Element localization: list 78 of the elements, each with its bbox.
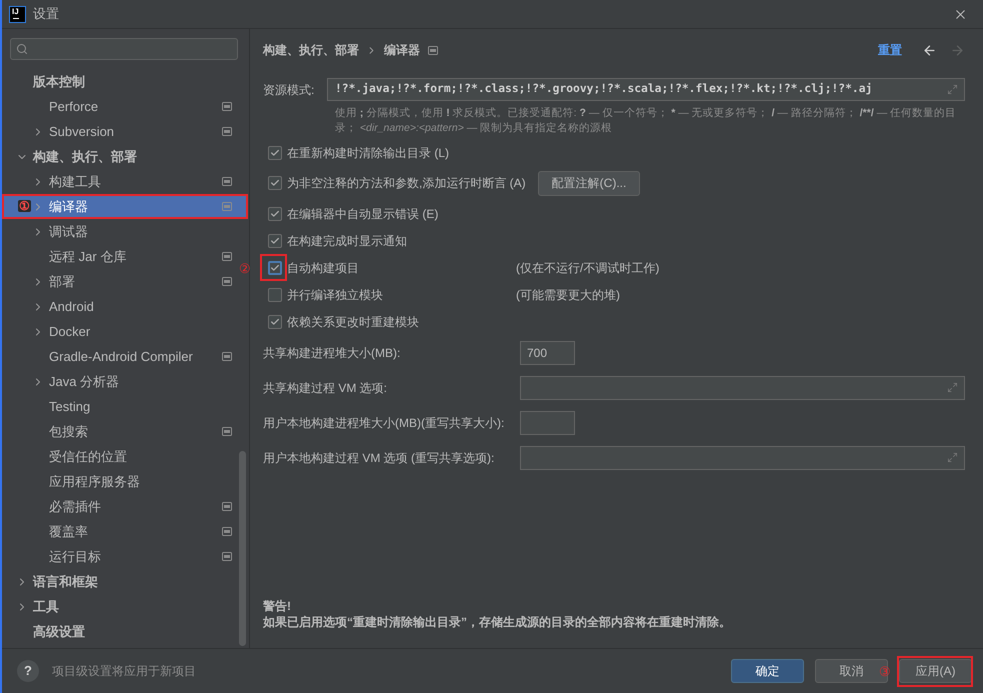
checkbox-label[interactable]: 在编辑器中自动显示错误 (E) (287, 204, 438, 222)
sidebar-item[interactable]: 包搜索 (2, 419, 238, 444)
warning-text: 如果已启用选项“重建时清除输出目录”，存储生成源的目录的全部内容将在重建时清除。 (263, 614, 732, 630)
text-field[interactable] (520, 446, 965, 470)
sidebar-item[interactable]: 受信任的位置 (2, 444, 238, 469)
check-icon (270, 178, 280, 188)
checkbox-label[interactable]: 并行编译独立模块 (287, 286, 516, 304)
sidebar-item[interactable]: Subversion (2, 119, 238, 144)
annotation-box (260, 254, 287, 280)
sidebar-item[interactable]: 语言和框架 (2, 569, 238, 594)
sidebar-item[interactable]: 远程 Jar 仓库 (2, 244, 238, 269)
sidebar-item[interactable]: 版本控制 (2, 69, 238, 94)
check-icon (270, 208, 280, 218)
checkbox[interactable] (268, 176, 282, 190)
footer-hint: 项目级设置将应用于新项目 (52, 663, 196, 680)
text-field[interactable] (520, 376, 965, 400)
annotation-number: ① (18, 200, 31, 212)
sidebar-item[interactable]: 构建工具 (2, 169, 238, 194)
reset-link[interactable]: 重置 (878, 41, 902, 59)
field-label: 共享构建进程堆大小(MB): (263, 344, 402, 362)
checkbox[interactable] (268, 288, 282, 302)
sidebar-item[interactable]: 高级设置 (2, 619, 238, 644)
checkbox[interactable] (268, 234, 282, 248)
resource-patterns-field[interactable]: !?*.java;!?*.form;!?*.class;!?*.groovy;!?*.scala;!?*.flex;!?*.kt;!?*.clj;!?*.aj (327, 78, 965, 101)
sidebar-item[interactable]: Android (2, 294, 238, 319)
field-label: 资源模式: (263, 82, 316, 98)
search-field[interactable] (10, 38, 238, 60)
number-field[interactable] (520, 410, 575, 434)
checkbox[interactable] (268, 206, 282, 220)
field-label: 用户本地构建进程堆大小(MB)(重写共享大小): (263, 414, 506, 432)
app-logo: IJ (9, 6, 26, 22)
sidebar-item[interactable]: 工具 (2, 594, 238, 619)
expand-icon[interactable] (947, 382, 958, 393)
annotation-number: ② (239, 262, 251, 274)
checkbox-label[interactable]: 依赖关系更改时重建模块 (287, 312, 419, 330)
ok-button[interactable]: 确定 (731, 659, 804, 683)
sidebar-item[interactable]: Java 分析器 (2, 369, 238, 394)
check-icon (270, 236, 280, 246)
checkbox[interactable] (268, 260, 282, 274)
checkbox-label[interactable]: 为非空注释的方法和参数,添加运行时断言 (A) (287, 174, 526, 192)
sidebar-item[interactable]: ① 编译器 (2, 194, 248, 219)
check-icon (270, 148, 280, 158)
note-text: (可能需要更大的堆) (516, 286, 620, 304)
sidebar-item[interactable]: 运行目标 (2, 544, 238, 569)
checkbox[interactable] (268, 146, 282, 160)
expand-icon[interactable] (947, 84, 958, 95)
search-icon (16, 43, 28, 55)
checkbox-label[interactable]: 在构建完成时显示通知 (287, 232, 407, 250)
window-title: 设置 (33, 5, 59, 24)
hint-text: 使用 ; 分隔模式，使用 ! 求反模式。已接受通配符: ? — 仅一个符号； * — 无或更多符号； / — 路径分隔符； /**/ — 任何数量的目录； <dir_name>:<pattern> — 限制为具有指定名称的源根 (335, 106, 958, 136)
breadcrumb-item: 编译器 (384, 42, 420, 59)
sidebar-item[interactable]: 调试器 (2, 219, 238, 244)
sidebar-item[interactable]: Testing (2, 394, 238, 419)
field-label: 用户本地构建过程 VM 选项 (重写共享选项): (263, 450, 496, 466)
check-icon (270, 316, 280, 326)
dialog-button[interactable]: 应用(A) (899, 659, 972, 683)
field-label: 共享构建过程 VM 选项: (263, 380, 388, 396)
warning-title: 警告! (263, 598, 292, 614)
configure-annotations-button[interactable]: 配置注解(C)... (538, 170, 640, 196)
note-text: (仅在不运行/不调试时工作) (516, 260, 660, 276)
sidebar-item[interactable]: 应用程序服务器 (2, 469, 238, 494)
checkbox-label[interactable]: 自动构建项目 (287, 258, 516, 276)
help-button[interactable]: ? (17, 660, 39, 682)
check-icon (270, 262, 280, 272)
sidebar-item[interactable]: 部署 (2, 269, 238, 294)
checkbox[interactable] (268, 314, 282, 328)
annotation-number: ③ (879, 665, 891, 678)
expand-icon[interactable] (947, 452, 958, 463)
breadcrumb-item[interactable]: 构建、执行、部署 (263, 41, 359, 59)
checkbox-label[interactable]: 在重新构建时清除输出目录 (L) (287, 144, 449, 162)
sidebar-item[interactable]: 构建、执行、部署 (2, 144, 238, 169)
sidebar-item[interactable]: Perforce (2, 94, 238, 119)
sidebar-item[interactable]: 必需插件 (2, 494, 238, 519)
sidebar-item[interactable]: Docker (2, 319, 238, 344)
sidebar-item[interactable]: Gradle-Android Compiler (2, 344, 238, 369)
number-field[interactable]: 700 (520, 340, 575, 364)
scrollbar[interactable] (239, 451, 246, 646)
sidebar-item[interactable]: 覆盖率 (2, 519, 238, 544)
